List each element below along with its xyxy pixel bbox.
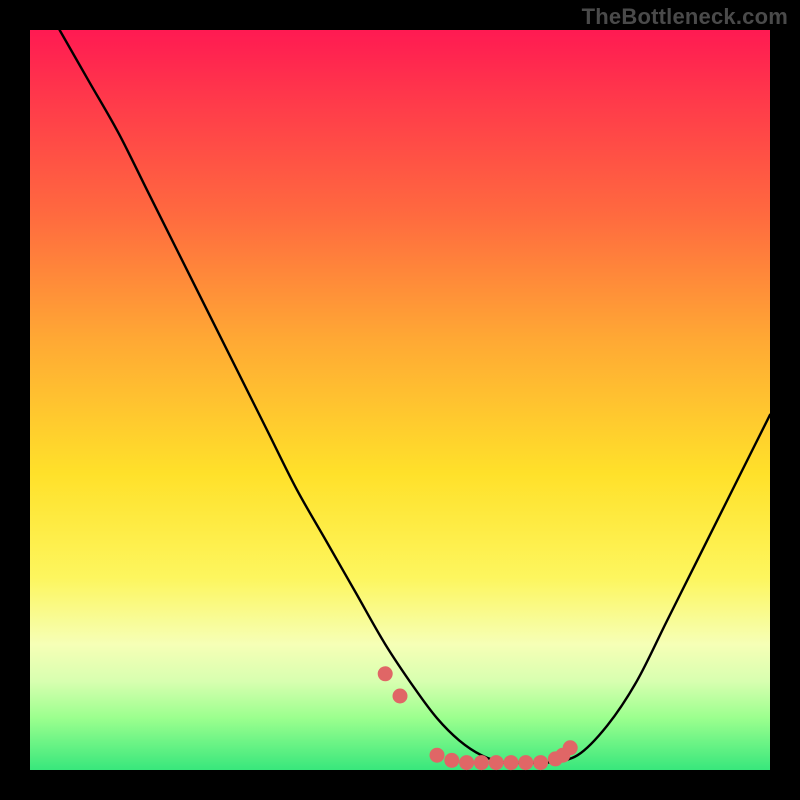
watermark-text: TheBottleneck.com bbox=[582, 4, 788, 30]
highlight-marker bbox=[489, 755, 504, 770]
highlight-marker bbox=[393, 689, 408, 704]
highlight-marker bbox=[518, 755, 533, 770]
highlight-marker bbox=[533, 755, 548, 770]
highlight-marker bbox=[459, 755, 474, 770]
highlight-marker bbox=[378, 666, 393, 681]
highlight-marker bbox=[444, 753, 459, 768]
highlight-marker bbox=[563, 740, 578, 755]
highlight-marker bbox=[430, 748, 445, 763]
curve-layer bbox=[30, 30, 770, 770]
bottleneck-curve bbox=[60, 30, 770, 763]
highlight-marker bbox=[504, 755, 519, 770]
highlight-marker bbox=[474, 755, 489, 770]
chart-frame: TheBottleneck.com bbox=[0, 0, 800, 800]
